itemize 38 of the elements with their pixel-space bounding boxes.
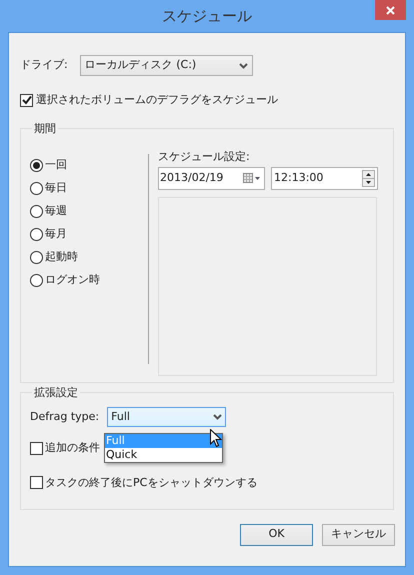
radio-label: 毎週 — [45, 202, 67, 219]
radio-label: 毎日 — [45, 180, 67, 196]
chevron-down-icon — [213, 414, 222, 420]
checkmark-icon — [22, 95, 32, 106]
schedule-settings-label: スケジュール設定: — [158, 149, 251, 165]
window-title: スケジュール — [162, 6, 252, 27]
dialog-button[interactable]: OK — [240, 524, 313, 546]
radio-button[interactable] — [30, 158, 43, 172]
radio-button[interactable] — [30, 250, 43, 264]
time-field[interactable]: 12:13:00 — [271, 166, 378, 190]
radio-label: ログオン時 — [45, 272, 100, 288]
defrag-type-dropdown[interactable]: Full — [107, 407, 226, 427]
radio-label: 起動時 — [45, 248, 78, 265]
checkbox[interactable] — [30, 476, 43, 490]
radio-button[interactable] — [30, 274, 43, 286]
defrag-type-label: Defrag type: — [30, 408, 100, 425]
drive-label: ドライブ: — [20, 57, 68, 74]
calendar-icon — [243, 173, 261, 183]
spinner-icon — [362, 170, 375, 186]
dialog-button[interactable]: キャンセル — [322, 524, 395, 546]
dropdown-option[interactable]: Quick — [105, 448, 222, 462]
date-picker[interactable]: 2013/02/19 — [158, 166, 265, 190]
close-icon — [386, 6, 395, 14]
radio-button[interactable] — [30, 182, 43, 194]
checkbox-label: 追加の条件 — [45, 440, 100, 456]
checkbox-label: タスクの終了後にPCをシャットダウンする — [45, 474, 258, 490]
checkbox[interactable] — [20, 94, 33, 107]
radio-label: 毎月 — [45, 226, 67, 242]
checkbox-label: 選択されたボリュームのデフラグをスケジュール — [36, 92, 278, 108]
radio-button[interactable] — [30, 204, 43, 218]
drive-dropdown[interactable]: ローカルディスク (C:) — [80, 55, 253, 76]
checkbox[interactable] — [30, 442, 43, 455]
radio-button[interactable] — [30, 228, 43, 240]
group-title: 期間 — [33, 120, 57, 136]
radio-label: 一回 — [45, 156, 67, 173]
close-button[interactable] — [375, 0, 406, 20]
group-title: 拡張設定 — [33, 384, 79, 400]
chevron-down-icon — [238, 62, 248, 68]
